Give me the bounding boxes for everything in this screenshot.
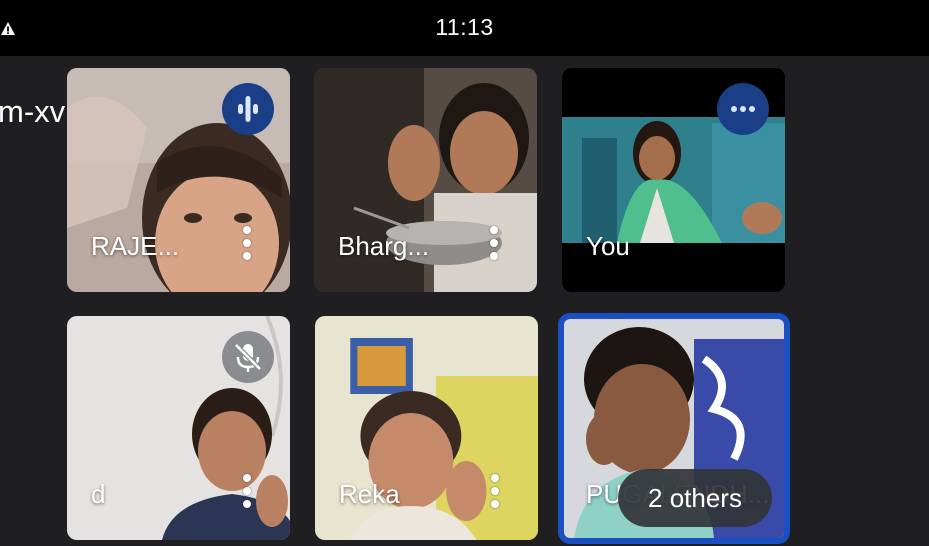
speaking-indicator xyxy=(222,83,274,135)
speaking-indicator xyxy=(717,83,769,135)
participant-name: RAJE... xyxy=(91,231,180,261)
status-bar: 11:13 xyxy=(0,0,929,56)
participant-tile-raje[interactable]: RAJE... xyxy=(67,68,290,292)
more-options-icon[interactable] xyxy=(490,474,500,510)
participant-tile-d[interactable]: d xyxy=(67,316,290,540)
participant-name: Reka xyxy=(339,479,400,509)
participant-name: Bharg... xyxy=(338,231,430,261)
status-time: 11:13 xyxy=(435,14,494,40)
participant-name: You xyxy=(586,231,630,261)
more-options-icon[interactable] xyxy=(242,474,252,510)
participant-tile-reka[interactable]: Reka xyxy=(315,316,538,540)
mic-off-icon xyxy=(234,343,262,372)
more-options-icon[interactable] xyxy=(242,226,252,262)
others-count-chip[interactable]: 2 others xyxy=(618,469,772,527)
more-options-icon[interactable] xyxy=(489,226,499,262)
participant-name: d xyxy=(91,479,106,509)
participant-tile-bharg[interactable]: Bharg... xyxy=(314,68,537,292)
muted-indicator xyxy=(222,331,274,383)
participant-tile-you[interactable]: You xyxy=(562,68,785,292)
audio-wave-icon xyxy=(238,96,258,122)
audio-wave-icon xyxy=(731,106,755,112)
